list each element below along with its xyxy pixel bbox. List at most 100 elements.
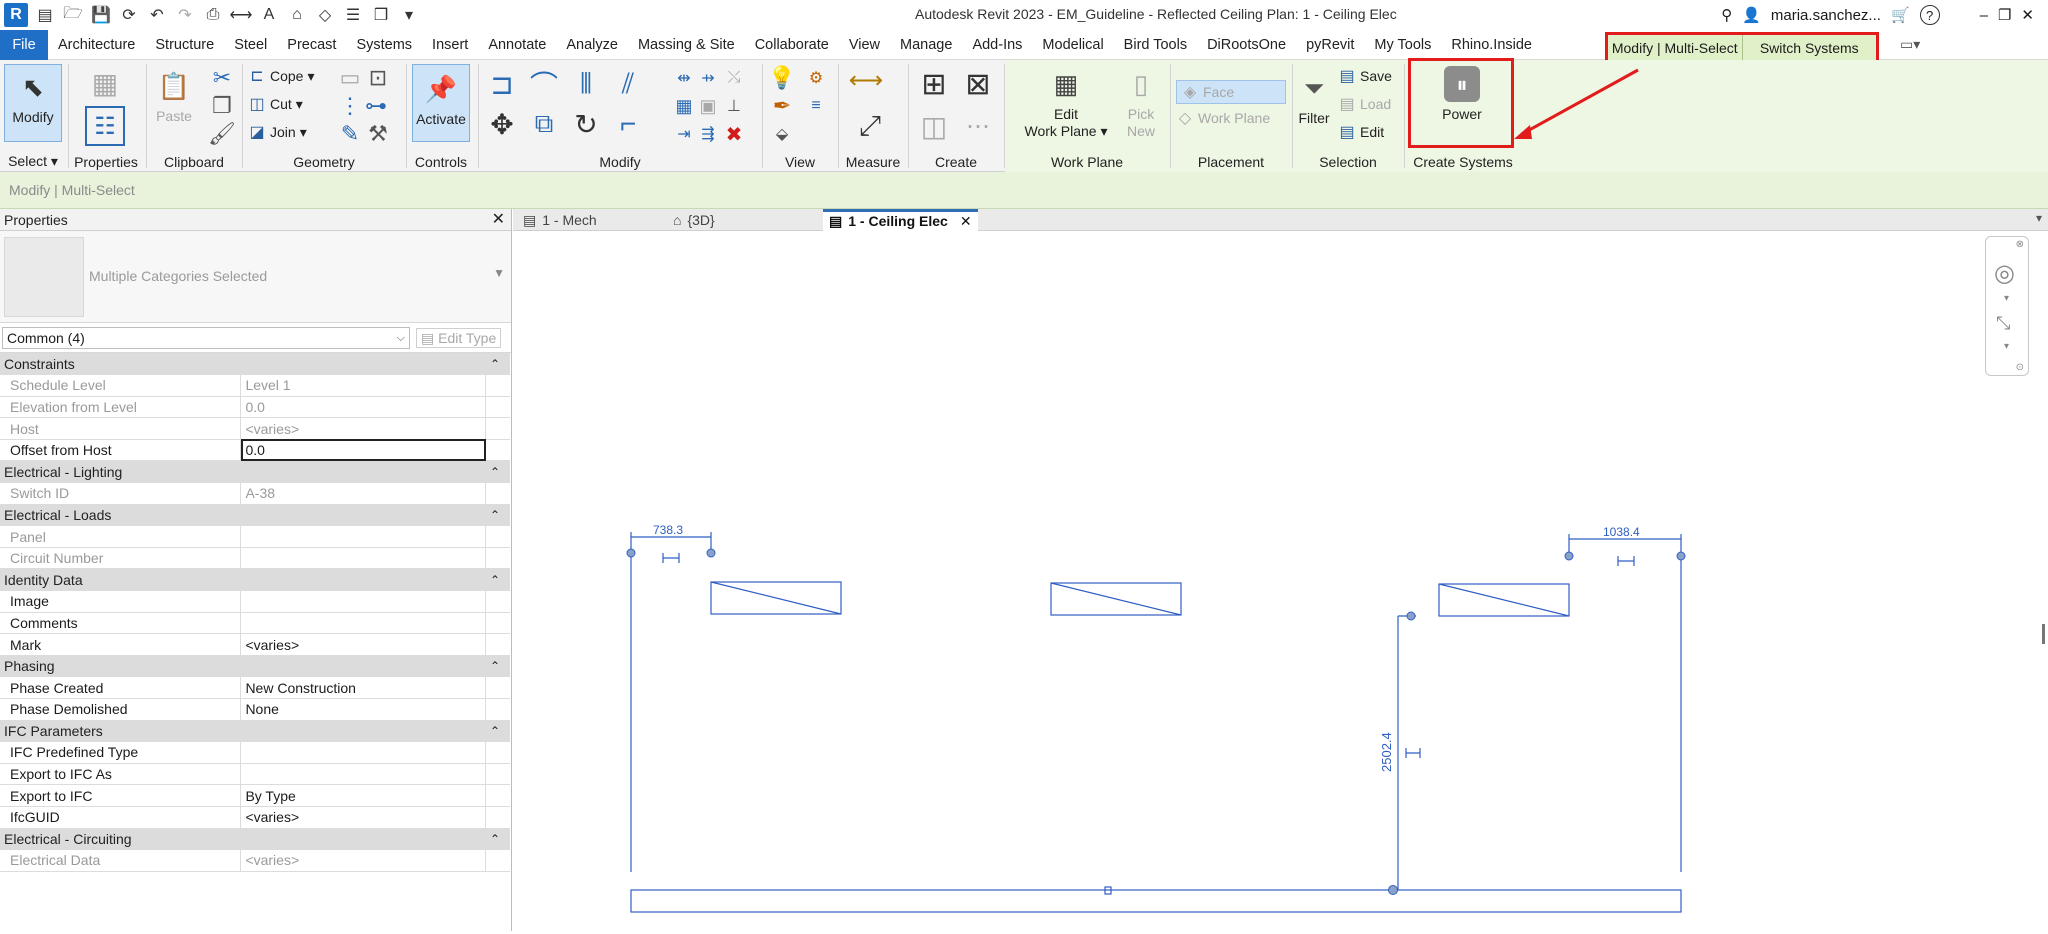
property-value[interactable]: None [240, 698, 486, 721]
thin-lines-icon[interactable]: ☰ [342, 4, 364, 26]
collapse-chevron-icon[interactable]: ⌃ [485, 655, 510, 678]
match-type-icon[interactable]: 🖌 [208, 120, 236, 148]
create-parts-icon[interactable]: ⊠ [958, 64, 998, 104]
print-icon[interactable]: ⎙ [202, 4, 224, 26]
tab-dirootsone[interactable]: DiRootsOne [1197, 30, 1296, 60]
sync-icon[interactable]: ⟳ [118, 4, 140, 26]
rotate-icon[interactable]: ↻ [568, 106, 604, 142]
property-value[interactable] [240, 741, 486, 764]
hide-element-icon[interactable]: ⬙ [768, 120, 796, 148]
load-selection-button[interactable]: ▤ Load [1338, 94, 1391, 114]
tab-bird-tools[interactable]: Bird Tools [1114, 30, 1197, 60]
zoom-region-icon[interactable]: ⤡ [1996, 313, 2010, 334]
collapse-chevron-icon[interactable]: ⌃ [485, 504, 510, 527]
chevron-down-icon[interactable]: ▾ [2004, 293, 2009, 304]
join-button[interactable]: ◪ Join ▾ [248, 122, 306, 142]
cart-icon[interactable]: 🛒 [1891, 6, 1910, 24]
tab-rhino-inside[interactable]: Rhino.Inside [1441, 30, 1542, 60]
delete-icon[interactable]: ✖ [720, 120, 748, 148]
tab-insert[interactable]: Insert [422, 30, 478, 60]
view-tab-1-mech[interactable]: ▤ 1 - Mech [523, 209, 597, 231]
property-group-header[interactable]: Electrical - Lighting ⌃ [0, 460, 510, 484]
tab-annotate[interactable]: Annotate [478, 30, 556, 60]
undo-icon[interactable]: ↶ [146, 4, 168, 26]
tab-file[interactable]: File [0, 29, 48, 60]
collapse-chevron-icon[interactable]: ⌃ [485, 568, 510, 592]
cope-button[interactable]: ⊏ Cope ▾ [248, 66, 314, 86]
split-face-icon[interactable]: ▭ [336, 64, 364, 92]
beam-join-icon[interactable]: ✎ [336, 120, 364, 148]
ribbon-display-toggle-icon[interactable]: ▭▾ [1900, 36, 1920, 53]
tab-systems[interactable]: Systems [346, 30, 422, 60]
aligned-dimension-icon[interactable]: ⤢ [850, 108, 890, 144]
filter-button[interactable]: ⏷ Filter [1294, 70, 1334, 127]
face-button[interactable]: ◈ Face [1176, 80, 1286, 104]
tab-analyze[interactable]: Analyze [556, 30, 628, 60]
tab-modelical[interactable]: Modelical [1032, 30, 1113, 60]
property-value[interactable]: New Construction [240, 676, 486, 699]
category-filter-dropdown[interactable]: Common (4) ⌵ [2, 327, 410, 349]
cut-scissors-icon[interactable]: ✂ [208, 64, 236, 92]
tab-pyrevit[interactable]: pyRevit [1296, 30, 1364, 60]
tab-manage[interactable]: Manage [890, 30, 962, 60]
tab-steel[interactable]: Steel [224, 30, 277, 60]
linework-icon[interactable]: ✒ [768, 92, 796, 120]
view-tab-1-ceiling-elec[interactable]: ▤ 1 - Ceiling Elec ✕ [823, 209, 978, 231]
collapse-chevron-icon[interactable]: ⌃ [485, 828, 510, 851]
drawing-canvas[interactable]: 738.3 1038.4 2502.4 [513, 232, 2048, 931]
split-gap-icon[interactable]: ⇸ [694, 64, 722, 92]
move-icon[interactable]: ✥ [484, 106, 520, 142]
property-group-header[interactable]: Electrical - Loads ⌃ [0, 504, 510, 527]
type-properties-icon[interactable]: ▦ [85, 66, 125, 100]
property-value[interactable]: 0.0 [240, 439, 486, 462]
close-navbar-icon[interactable]: ⊗ [2016, 239, 2024, 250]
tab-collaborate[interactable]: Collaborate [745, 30, 839, 60]
tab-precast[interactable]: Precast [277, 30, 346, 60]
zoom-menu-chevron-icon[interactable]: ▾ [2004, 341, 2009, 352]
navbar-options-icon[interactable]: ⊙ [2016, 362, 2024, 373]
home-icon[interactable]: ▤ [34, 4, 56, 26]
extend-multiple-icon[interactable]: ⇶ [694, 120, 722, 148]
close-icon[interactable]: ✕ [492, 209, 505, 231]
close-button[interactable]: ✕ [2021, 6, 2034, 24]
modify-button[interactable]: ⬉ Modify [4, 64, 62, 142]
minimize-button[interactable]: – [1980, 7, 1988, 24]
save-selection-button[interactable]: ▤ Save [1338, 66, 1391, 86]
save-icon[interactable]: 💾 [90, 4, 112, 26]
property-group-header[interactable]: Electrical - Circuiting ⌃ [0, 828, 510, 851]
copy-elements-icon[interactable]: ⧉ [526, 106, 562, 142]
override-graphics-icon[interactable]: ⚙ [802, 64, 830, 92]
pick-new-button[interactable]: ▯ Pick New [1120, 66, 1162, 140]
section-icon[interactable]: ◇ [314, 4, 336, 26]
customize-qat-icon[interactable]: ▾ [398, 4, 420, 26]
align-icon[interactable]: ⊐ [484, 66, 520, 102]
offset-icon[interactable]: ⌒ [526, 66, 562, 102]
tab-massing-site[interactable]: Massing & Site [628, 30, 745, 60]
chevron-down-icon[interactable]: ▼ [493, 266, 505, 280]
edit-work-plane-button[interactable]: ▦ Edit Work Plane ▾ [1014, 66, 1118, 140]
tab-modify-multi-select[interactable]: Modify | Multi-Select [1608, 35, 1742, 61]
measure-tape-icon[interactable]: ⟷ [846, 66, 886, 94]
tab-view[interactable]: View [839, 30, 890, 60]
create-assembly-icon[interactable]: ⊞ [914, 64, 954, 104]
properties-icon[interactable]: ☷ [85, 106, 125, 146]
paste-button[interactable]: 📋 Paste [152, 68, 196, 125]
cut-geometry-button[interactable]: ◫ Cut ▾ [248, 94, 302, 114]
unpin-icon[interactable]: ⤯ [720, 64, 748, 92]
user-name[interactable]: maria.sanchez... [1771, 7, 1881, 24]
paint-icon[interactable]: ⊶ [362, 92, 390, 120]
property-value[interactable] [240, 590, 486, 613]
activate-button[interactable]: 📌 Activate [412, 64, 470, 142]
type-selector[interactable]: Multiple Categories Selected ▼ [0, 231, 511, 323]
lightbulb-icon[interactable]: 💡 [768, 64, 796, 92]
property-value[interactable]: By Type [240, 784, 486, 807]
text-icon[interactable]: A [258, 4, 280, 26]
revit-logo[interactable]: R [4, 3, 28, 27]
tab-architecture[interactable]: Architecture [48, 30, 145, 60]
3d-view-icon[interactable]: ⌂ [286, 4, 308, 26]
measure-icon[interactable]: ⟷ [230, 4, 253, 26]
edit-type-button[interactable]: ▤ Edit Type [416, 328, 502, 348]
tab-switch-systems[interactable]: Switch Systems [1741, 35, 1876, 61]
copy-icon[interactable]: ❐ [208, 92, 236, 120]
canvas-scroll-indicator[interactable] [2042, 624, 2045, 644]
